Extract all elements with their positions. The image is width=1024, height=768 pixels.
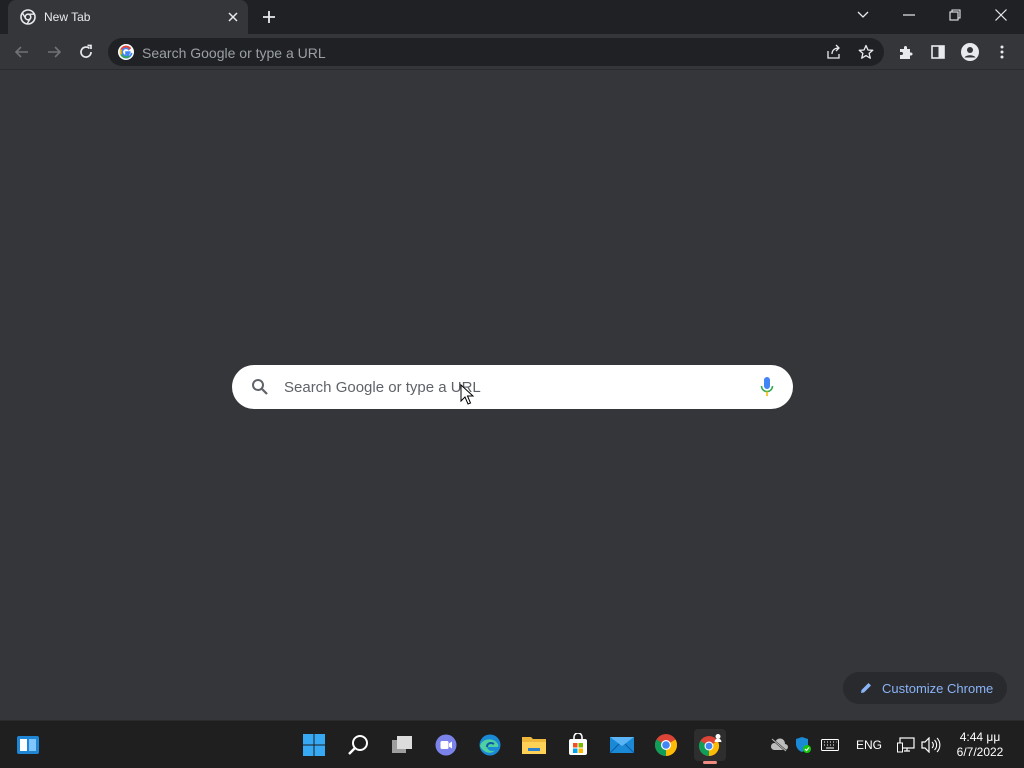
tab-close-icon[interactable] [224,8,242,26]
microphone-icon[interactable] [759,376,775,398]
system-clock[interactable]: 4:44 μμ 6/7/2022 [948,730,1012,760]
puzzle-icon [900,46,913,59]
file-explorer-icon [522,737,546,754]
teams-chat-icon [435,734,457,756]
side-panel-button[interactable] [924,38,952,66]
language-label: ENG [855,738,882,752]
chrome-profile-icon [698,734,722,757]
google-g-icon [118,44,134,60]
pencil-icon [861,683,871,693]
language-indicator[interactable]: ENG [852,735,886,755]
chrome-profile-taskbar-button[interactable] [694,729,726,764]
security-shield-icon[interactable] [794,735,812,755]
edge-button[interactable] [474,729,506,761]
share-icon[interactable] [824,42,844,62]
minimize-button[interactable] [886,0,932,30]
widgets-icon [17,736,39,754]
tab-title: New Tab [44,10,91,24]
side-panel-icon [931,45,945,59]
onedrive-offline-icon[interactable] [770,735,788,755]
extensions-button[interactable] [892,38,920,66]
toolbar: Search Google or type a URL [0,34,1024,70]
teams-chat-button[interactable] [430,729,462,761]
store-icon [569,733,587,755]
edge-icon [479,734,501,756]
kebab-menu-icon [1000,45,1004,59]
chrome-taskbar-button[interactable] [650,729,682,761]
chevron-down-icon [857,11,869,18]
taskbar-search-button[interactable] [342,729,374,761]
customize-chrome-button[interactable]: Customize Chrome [843,672,1007,704]
search-icon [252,379,268,395]
restore-button[interactable] [932,0,978,30]
close-icon [995,9,1007,21]
minimize-icon [903,14,915,16]
profile-icon [961,43,979,61]
address-bar[interactable]: Search Google or type a URL [108,38,884,66]
clock-time: 4:44 μμ [959,730,1001,744]
clock-date: 6/7/2022 [956,745,1004,759]
reload-icon [80,44,92,58]
plus-icon [263,11,275,23]
store-button[interactable] [562,729,594,761]
chrome-icon [20,9,36,25]
file-explorer-button[interactable] [518,729,550,761]
touch-keyboard-icon[interactable] [820,735,840,755]
mail-button[interactable] [606,729,638,761]
profile-button[interactable] [956,38,984,66]
restore-icon [949,9,961,21]
start-button[interactable] [298,729,330,761]
ntp-search-box[interactable]: Search Google or type a URL [232,365,793,409]
tab-search-button[interactable] [840,0,886,30]
task-view-button[interactable] [386,729,418,761]
mail-icon [609,737,635,754]
task-view-icon [392,736,412,753]
search-icon [348,735,368,755]
start-icon [303,734,325,756]
back-button[interactable] [8,38,36,66]
back-arrow-icon [14,46,28,58]
forward-arrow-icon [48,46,62,58]
volume-icon[interactable] [920,735,942,755]
widgets-button[interactable] [12,729,44,761]
customize-chrome-label: Customize Chrome [882,681,994,696]
new-tab-button[interactable] [258,6,280,28]
tab-new-tab[interactable]: New Tab [8,0,248,34]
taskbar: ENG [0,720,1024,768]
reload-button[interactable] [72,38,100,66]
forward-button[interactable] [40,38,68,66]
menu-button[interactable] [988,38,1016,66]
active-app-indicator [703,761,717,764]
mouse-cursor-icon [460,384,474,405]
chrome-icon [655,734,677,756]
close-window-button[interactable] [978,0,1024,30]
network-icon[interactable] [896,735,916,755]
title-bar: New Tab [0,0,1024,34]
bookmark-star-icon[interactable] [856,42,876,62]
ntp-search-placeholder: Search Google or type a URL [284,379,481,396]
address-bar-placeholder: Search Google or type a URL [142,45,326,61]
